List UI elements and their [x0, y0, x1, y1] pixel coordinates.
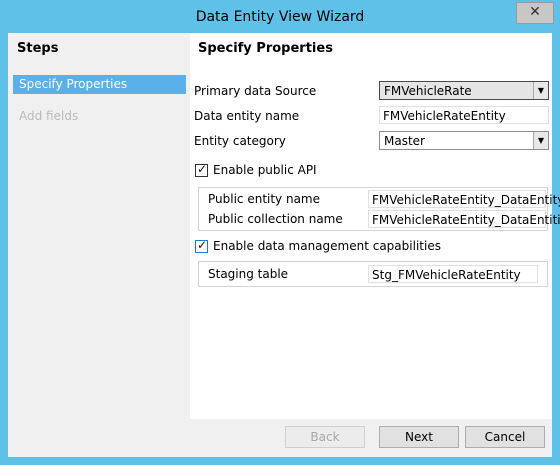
- properties-panel: Specify Properties Primary data Source F…: [190, 33, 560, 419]
- close-button[interactable]: ✕: [516, 2, 554, 24]
- data-entity-name-label: Data entity name: [194, 109, 300, 123]
- step-specify-properties[interactable]: Specify Properties: [13, 75, 186, 94]
- primary-data-source-value: FMVehicleRate: [384, 84, 472, 98]
- check-icon: ✓: [197, 238, 208, 252]
- cancel-button[interactable]: Cancel: [465, 426, 545, 448]
- check-icon: ✓: [197, 162, 208, 176]
- wizard-footer: Back Next Cancel: [190, 419, 552, 457]
- primary-data-source-label: Primary data Source: [194, 84, 317, 98]
- staging-table-input[interactable]: Stg_FMVehicleRateEntity: [368, 265, 538, 283]
- window-title: Data Entity View Wizard: [195, 9, 365, 25]
- wizard-window: Data Entity View Wizard ✕ Steps Specify …: [0, 0, 560, 465]
- wizard-client-area: Steps Specify Properties Add fields Spec…: [8, 33, 560, 457]
- close-icon: ✕: [529, 4, 541, 20]
- entity-category-label: Entity category: [194, 134, 286, 148]
- staging-table-value: Stg_FMVehicleRateEntity: [372, 268, 521, 282]
- enable-data-management-label: Enable data management capabilities: [213, 239, 441, 253]
- chevron-down-icon[interactable]: ▼: [533, 82, 548, 99]
- next-button[interactable]: Next: [379, 426, 459, 448]
- title-bar[interactable]: Data Entity View Wizard ✕: [0, 0, 560, 33]
- back-button[interactable]: Back: [285, 426, 365, 448]
- public-collection-name-value: FMVehicleRateEntity_DataEntities: [372, 213, 560, 227]
- data-entity-name-value: FMVehicleRateEntity: [383, 109, 506, 123]
- data-entity-name-input[interactable]: FMVehicleRateEntity: [379, 106, 549, 124]
- data-management-group: Staging table Stg_FMVehicleRateEntity: [198, 261, 548, 287]
- entity-category-value: Master: [384, 134, 425, 148]
- public-api-group: Public entity name FMVehicleRateEntity_D…: [198, 187, 560, 231]
- steps-heading: Steps: [17, 41, 59, 56]
- public-entity-name-input[interactable]: FMVehicleRateEntity_DataEntity: [368, 190, 560, 208]
- chevron-down-icon[interactable]: ▼: [533, 132, 548, 149]
- step-add-fields: Add fields: [19, 109, 79, 123]
- public-entity-name-value: FMVehicleRateEntity_DataEntity: [372, 193, 560, 207]
- staging-table-label: Staging table: [208, 267, 289, 281]
- steps-sidebar: Steps Specify Properties Add fields: [8, 33, 190, 457]
- enable-public-api-checkbox[interactable]: ✓: [195, 162, 208, 177]
- enable-data-management-checkbox[interactable]: ✓: [195, 238, 208, 253]
- public-collection-name-label: Public collection name: [208, 212, 343, 226]
- public-collection-name-input[interactable]: FMVehicleRateEntity_DataEntities: [368, 210, 560, 228]
- entity-category-select[interactable]: Master ▼: [379, 131, 549, 150]
- primary-data-source-select[interactable]: FMVehicleRate ▼: [379, 81, 549, 100]
- public-entity-name-label: Public entity name: [208, 192, 321, 206]
- page-title: Specify Properties: [198, 41, 333, 56]
- enable-public-api-label: Enable public API: [213, 163, 317, 177]
